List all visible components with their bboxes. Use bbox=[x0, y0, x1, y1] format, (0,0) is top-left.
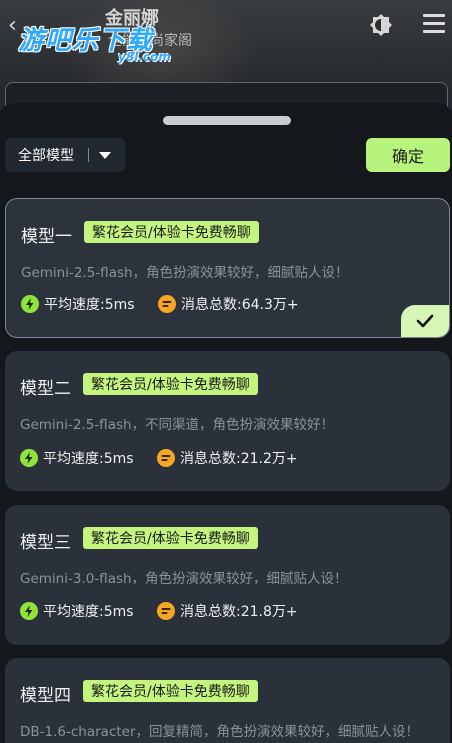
site-watermark: 游吧乐下载 y8l.com bbox=[18, 20, 171, 64]
speed-stat: 平均速度:5ms bbox=[20, 448, 134, 468]
speed-text: 平均速度:5ms bbox=[43, 604, 134, 620]
message-icon bbox=[158, 295, 176, 313]
menu-icon[interactable] bbox=[423, 14, 445, 36]
lightning-icon bbox=[20, 602, 38, 620]
filter-divider bbox=[88, 148, 89, 162]
model-filter-dropdown[interactable]: 全部模型 bbox=[5, 138, 125, 172]
model-description: Gemini-2.5-flash，角色扮演效果较好，细腻贴人设！ bbox=[21, 265, 349, 281]
watermark-sub-text: y8l.com bbox=[118, 50, 171, 64]
membership-badge: 繁花会员/体验卡免费畅聊 bbox=[84, 221, 259, 243]
check-icon bbox=[416, 314, 434, 328]
model-description: Gemini-3.0-flash，角色扮演效果较好，细腻贴人设！ bbox=[20, 571, 348, 587]
model-select-sheet: 全部模型 确定 模型一 繁花会员/体验卡免费畅聊 Gemini-2.5-flas… bbox=[0, 103, 452, 743]
model-title: 模型一 bbox=[21, 227, 72, 247]
filter-label: 全部模型 bbox=[18, 148, 74, 164]
message-count-text: 消息总数:21.2万+ bbox=[180, 451, 298, 467]
message-count-stat: 消息总数:21.2万+ bbox=[157, 448, 298, 468]
model-description: DB-1.6-character，回复精简，角色扮演效果较好，细腻贴人设！ bbox=[20, 724, 420, 740]
speed-stat: 平均速度:5ms bbox=[21, 294, 135, 314]
model-card-4[interactable]: 模型四 繁花会员/体验卡免费畅聊 DB-1.6-character，回复精简，角… bbox=[5, 658, 450, 743]
membership-badge: 繁花会员/体验卡免费畅聊 bbox=[83, 373, 258, 395]
membership-badge: 繁花会员/体验卡免费畅聊 bbox=[83, 680, 258, 702]
message-count-text: 消息总数:64.3万+ bbox=[181, 297, 299, 313]
speed-text: 平均速度:5ms bbox=[44, 297, 135, 313]
model-description: Gemini-2.5-flash，不同渠道，角色扮演效果较好！ bbox=[20, 417, 335, 433]
model-title: 模型三 bbox=[20, 533, 71, 553]
speed-stat: 平均速度:5ms bbox=[20, 601, 134, 621]
model-card-2[interactable]: 模型二 繁花会员/体验卡免费畅聊 Gemini-2.5-flash，不同渠道，角… bbox=[5, 351, 450, 491]
membership-badge: 繁花会员/体验卡免费畅聊 bbox=[83, 527, 258, 549]
model-title: 模型四 bbox=[20, 686, 71, 706]
message-icon bbox=[157, 602, 175, 620]
message-count-stat: 消息总数:64.3万+ bbox=[158, 294, 299, 314]
speed-text: 平均速度:5ms bbox=[43, 451, 134, 467]
theme-toggle-icon[interactable] bbox=[368, 12, 394, 38]
confirm-button[interactable]: 确定 bbox=[366, 138, 450, 172]
model-card-1[interactable]: 模型一 繁花会员/体验卡免费畅聊 Gemini-2.5-flash，角色扮演效果… bbox=[5, 198, 450, 338]
model-card-3[interactable]: 模型三 繁花会员/体验卡免费畅聊 Gemini-3.0-flash，角色扮演效果… bbox=[5, 505, 450, 645]
selected-indicator bbox=[401, 305, 449, 337]
lightning-icon bbox=[21, 295, 39, 313]
model-title: 模型二 bbox=[20, 379, 71, 399]
message-count-text: 消息总数:21.8万+ bbox=[180, 604, 298, 620]
sheet-drag-handle[interactable] bbox=[163, 116, 291, 125]
caret-down-icon bbox=[99, 151, 111, 159]
character-header: ‹ 金丽娜 全能时尚家阁 游吧乐下载 y8l.com bbox=[0, 0, 452, 110]
message-icon bbox=[157, 449, 175, 467]
lightning-icon bbox=[20, 449, 38, 467]
message-count-stat: 消息总数:21.8万+ bbox=[157, 601, 298, 621]
